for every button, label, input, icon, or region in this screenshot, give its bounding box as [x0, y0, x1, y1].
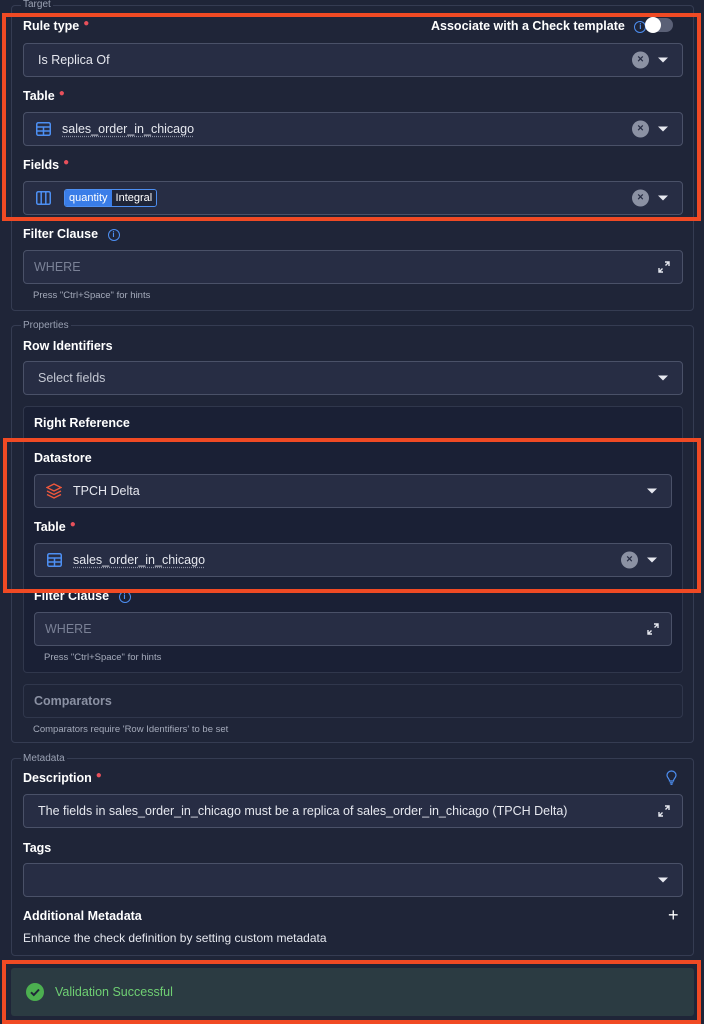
tags-select[interactable] — [23, 863, 683, 897]
comparators-hint: Comparators require 'Row Identifiers' to… — [33, 724, 229, 735]
chevron-down-icon[interactable] — [658, 57, 668, 63]
field-chip-type: Integral — [111, 190, 157, 206]
right-filter-clause-label: Filter Clause i — [34, 589, 131, 603]
metadata-section — [11, 758, 694, 956]
columns-icon — [36, 191, 51, 205]
comparators-title: Comparators — [34, 694, 112, 708]
properties-legend: Properties — [21, 320, 71, 331]
right-table-select[interactable]: sales_order_in_chicago × — [34, 543, 672, 577]
chevron-down-icon[interactable] — [658, 195, 668, 201]
chevron-down-icon[interactable] — [658, 126, 668, 132]
validation-message: Validation Successful — [55, 985, 173, 999]
right-table-value: sales_order_in_chicago — [73, 553, 206, 567]
target-legend: Target — [21, 0, 53, 10]
info-icon[interactable]: i — [107, 228, 120, 241]
fields-select[interactable]: quantity Integral × — [23, 181, 683, 215]
filter-clause-label: Filter Clause i — [23, 227, 120, 241]
clear-icon[interactable]: × — [632, 189, 649, 207]
datastore-select[interactable]: TPCH Delta — [34, 474, 672, 508]
description-input[interactable]: The fields in sales_order_in_chicago mus… — [23, 794, 683, 828]
right-filter-clause-placeholder: WHERE — [45, 622, 92, 636]
row-identifiers-select[interactable]: Select fields — [23, 361, 683, 395]
expand-icon[interactable] — [647, 623, 659, 635]
lightbulb-icon[interactable] — [666, 770, 677, 785]
table-value: sales_order_in_chicago — [62, 122, 195, 136]
clear-icon[interactable]: × — [632, 51, 649, 69]
datastore-value: TPCH Delta — [73, 484, 140, 498]
clear-icon[interactable]: × — [621, 551, 638, 569]
expand-icon[interactable] — [658, 261, 670, 273]
additional-metadata-subtitle: Enhance the check definition by setting … — [23, 931, 327, 945]
info-icon[interactable]: i — [118, 590, 131, 603]
fields-label: Fields ● — [23, 157, 70, 172]
metadata-legend: Metadata — [21, 753, 67, 764]
add-metadata-icon[interactable]: + — [668, 906, 679, 924]
rule-type-select[interactable]: Is Replica Of × — [23, 43, 683, 77]
datastore-icon — [46, 483, 62, 499]
validation-banner: Validation Successful — [11, 968, 694, 1016]
field-chip-name: quantity — [65, 190, 112, 206]
check-template-label: Associate with a Check template i — [431, 19, 647, 33]
filter-clause-placeholder: WHERE — [34, 260, 81, 274]
right-filter-clause-hint: Press "Ctrl+Space" for hints — [44, 652, 162, 663]
right-filter-clause-input[interactable]: WHERE — [34, 612, 672, 646]
datastore-label: Datastore — [34, 451, 92, 465]
right-table-label: Table ● — [34, 519, 76, 534]
comparators-panel[interactable]: Comparators — [23, 684, 683, 718]
description-value: The fields in sales_order_in_chicago mus… — [38, 804, 568, 818]
description-label: Description ● — [23, 770, 102, 785]
tags-label: Tags — [23, 841, 52, 855]
table-icon — [47, 553, 62, 567]
chevron-down-icon[interactable] — [647, 557, 657, 563]
table-icon — [36, 122, 51, 136]
rule-type-value: Is Replica Of — [38, 53, 110, 67]
clear-icon[interactable]: × — [632, 120, 649, 138]
filter-clause-hint: Press "Ctrl+Space" for hints — [33, 290, 151, 301]
toggle-knob — [645, 17, 661, 33]
table-select[interactable]: sales_order_in_chicago × — [23, 112, 683, 146]
check-circle-icon — [26, 983, 44, 1001]
expand-icon[interactable] — [658, 805, 670, 817]
row-identifiers-placeholder: Select fields — [38, 371, 106, 385]
chevron-down-icon[interactable] — [647, 488, 657, 494]
table-label: Table ● — [23, 88, 65, 103]
filter-clause-input[interactable]: WHERE — [23, 250, 683, 284]
field-chip[interactable]: quantity Integral — [64, 189, 158, 207]
rule-type-label: Rule type ● — [23, 18, 90, 33]
check-template-toggle[interactable] — [645, 17, 673, 33]
row-identifiers-label: Row Identifiers — [23, 339, 113, 353]
chevron-down-icon[interactable] — [658, 375, 668, 381]
right-reference-title: Right Reference — [34, 416, 130, 430]
chevron-down-icon[interactable] — [658, 877, 668, 883]
additional-metadata-label: Additional Metadata — [23, 909, 142, 923]
